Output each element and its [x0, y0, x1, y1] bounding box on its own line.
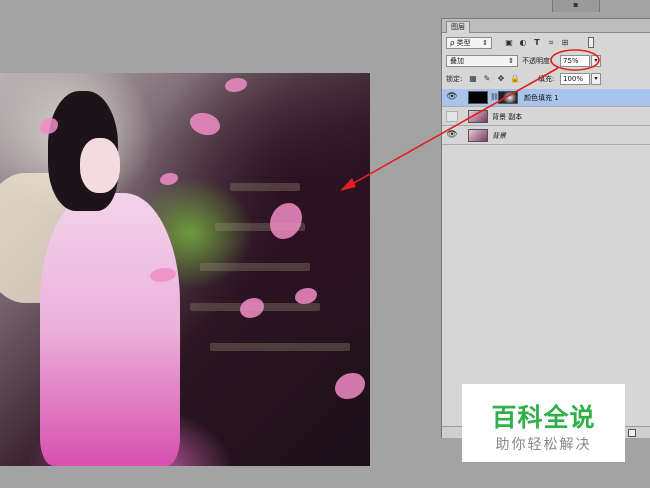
- layer-name[interactable]: 背景: [492, 131, 506, 141]
- fill-dropdown-icon[interactable]: ▾: [591, 73, 601, 85]
- lock-all-icon[interactable]: 🔒: [510, 73, 520, 84]
- stair-step: [210, 343, 350, 351]
- eye-hidden-icon[interactable]: [446, 111, 458, 122]
- fill-input[interactable]: 100%: [560, 73, 590, 85]
- blend-row: 叠加 ⇕ 不透明度: 75% ▾: [442, 53, 650, 69]
- layer-row[interactable]: 👁 ⛓ 颜色填充 1: [442, 89, 650, 107]
- blend-mode-value: 叠加: [450, 57, 464, 65]
- layers-panel: 图层 ρ 类型 ⇕ ▣ ◐ T ⌗ ⊞ 叠加 ⇕ 不透明度: 75% ▾ 锁定:…: [441, 18, 650, 438]
- chevron-down-icon: ⇕: [482, 39, 488, 47]
- stair-step: [230, 183, 300, 191]
- watermark-title: 百科全说: [491, 403, 596, 432]
- delete-layer-icon[interactable]: [628, 429, 636, 437]
- petal: [335, 373, 365, 399]
- opacity-label: 不透明度:: [522, 57, 553, 65]
- filter-toggle-icon[interactable]: [588, 37, 594, 48]
- smart-filter-icon[interactable]: ⊞: [560, 37, 570, 48]
- petal: [225, 78, 247, 92]
- layer-name[interactable]: 背景 副本: [492, 112, 522, 122]
- blend-mode-select[interactable]: 叠加 ⇕: [446, 55, 518, 67]
- petal: [240, 298, 264, 318]
- chevron-down-icon: ⇕: [508, 57, 514, 65]
- petal: [160, 173, 178, 185]
- watermark: 百科全说 助你轻松解决: [462, 384, 625, 462]
- eye-icon[interactable]: 👁: [446, 92, 458, 103]
- adjustment-filter-icon[interactable]: ◐: [518, 37, 528, 48]
- stair-step: [200, 263, 310, 271]
- layer-name[interactable]: 颜色填充 1: [524, 93, 559, 103]
- tab-layers[interactable]: 图层: [446, 21, 470, 33]
- filter-kind-select[interactable]: ρ 类型 ⇕: [446, 37, 492, 49]
- lock-position-icon[interactable]: ✥: [496, 73, 506, 84]
- figure-face: [80, 138, 120, 193]
- watermark-subtitle: 助你轻松解决: [495, 437, 592, 453]
- opacity-input[interactable]: 75%: [560, 55, 590, 67]
- image-filter-icon[interactable]: ▣: [504, 37, 514, 48]
- petal: [270, 203, 302, 239]
- opacity-dropdown-icon[interactable]: ▾: [591, 55, 601, 67]
- figure-dress: [40, 193, 180, 466]
- layer-thumbnail: [468, 129, 488, 142]
- lock-row: 锁定: ▦ ✎ ✥ 🔒 填充: 100% ▾: [442, 71, 650, 87]
- layer-thumbnail: [468, 91, 488, 104]
- lock-transparency-icon[interactable]: ▦: [468, 73, 478, 84]
- shape-filter-icon[interactable]: ⌗: [546, 37, 556, 48]
- filter-kind-label: ρ 类型: [450, 39, 471, 47]
- layer-thumbnail: [468, 110, 488, 123]
- petal: [186, 106, 224, 142]
- lock-pixels-icon[interactable]: ✎: [482, 73, 492, 84]
- tool-icon[interactable]: ▪: [573, 1, 581, 9]
- document-canvas[interactable]: [0, 73, 370, 466]
- layer-mask-thumbnail[interactable]: [498, 91, 518, 104]
- filter-row: ρ 类型 ⇕ ▣ ◐ T ⌗ ⊞: [442, 35, 650, 51]
- fill-label: 填充:: [538, 75, 555, 83]
- panel-tabbar: 图层: [442, 19, 650, 33]
- petal: [295, 288, 317, 304]
- layer-row[interactable]: 👁 背景: [442, 127, 650, 145]
- type-filter-icon[interactable]: T: [532, 37, 542, 48]
- eye-icon[interactable]: 👁: [446, 130, 458, 141]
- lock-label: 锁定:: [446, 75, 463, 83]
- layer-row[interactable]: 背景 副本: [442, 108, 650, 126]
